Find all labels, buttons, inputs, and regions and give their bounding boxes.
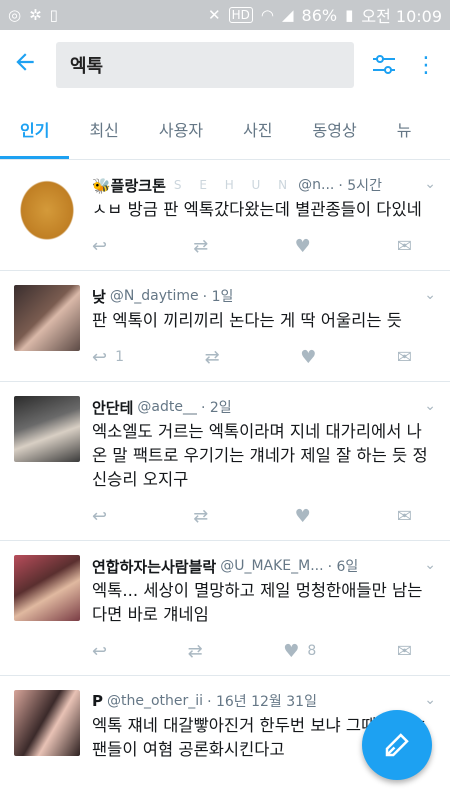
chevron-down-icon[interactable]: ⌄ — [424, 692, 436, 708]
tweet-handle: @adte__ — [137, 399, 197, 415]
compose-tweet-button[interactable] — [362, 710, 432, 780]
tweet-author-name[interactable]: 낮 — [92, 286, 106, 307]
settings-icon: ✲ — [29, 6, 42, 24]
retweet-icon[interactable]: ⇄ — [193, 506, 208, 527]
retweet-icon[interactable]: ⇄ — [205, 347, 220, 368]
tweet-time: · 1일 — [202, 289, 234, 305]
tweet-handle: @the_other_ii — [107, 693, 204, 709]
reply-count: 1 — [115, 349, 125, 365]
chevron-down-icon[interactable]: ⌄ — [424, 398, 436, 414]
compose-icon — [385, 733, 409, 757]
tab-latest[interactable]: 최신 — [69, 99, 138, 159]
sync-icon: ◎ — [8, 6, 22, 24]
search-input[interactable]: 엑톡 — [56, 42, 354, 88]
like-icon: ♥ — [283, 640, 300, 662]
avatar[interactable] — [14, 690, 80, 756]
like-button[interactable]: ♥ 8 — [283, 641, 316, 662]
tweet-time: · 2일 — [200, 400, 232, 416]
tweet-handle: @n... — [298, 177, 335, 193]
tweet-text: 판 엑톡이 끼리끼리 논다는 게 딱 어울리는 듯 — [92, 311, 402, 330]
tweet-author-name[interactable]: P — [92, 692, 103, 710]
mute-icon: ✕ — [208, 6, 221, 24]
tweet-text: 엑소엘도 거르는 엑톡이라며 지네 대가리에서 나온 말 팩트로 우기기는 걔네… — [92, 422, 428, 489]
message-icon[interactable]: ✉ — [397, 347, 412, 368]
tweet-author-name[interactable]: 🐝플랑크톤 — [92, 175, 166, 196]
status-bar: ◎ ✲ ▯ ✕ HD ◠ ◢ 86% ▮ 오전 10:09 — [0, 0, 450, 30]
tweet-text: ㅅㅂ 방금 판 엑톡갔다왔는데 별관종들이 다있네 — [92, 200, 422, 219]
hd-badge: HD — [228, 7, 253, 23]
tweet-time: · 5시간 — [338, 178, 382, 194]
avatar[interactable] — [14, 396, 80, 462]
avatar[interactable] — [14, 555, 80, 621]
reply-icon[interactable]: ↩ — [92, 641, 107, 662]
tab-users[interactable]: 사용자 — [139, 99, 223, 159]
message-icon[interactable]: ✉ — [397, 236, 412, 257]
reply-button[interactable]: ↩ 1 — [92, 347, 124, 368]
search-tabs: 인기 최신 사용자 사진 동영상 뉴 — [0, 100, 450, 160]
tweet-author-name[interactable]: 안단테 — [92, 397, 133, 418]
tweet-author-name[interactable]: 연합하자는사람블락 — [92, 556, 216, 577]
tweet-text: 엑톡... 세상이 멸망하고 제일 멍청한애들만 남는다면 바로 걔네임 — [92, 581, 423, 624]
tweet[interactable]: 연합하자는사람블락 @U_MAKE_M... · 6일 엑톡... 세상이 멸망… — [0, 541, 450, 676]
reply-icon[interactable]: ↩ — [92, 506, 107, 527]
battery-percent: 86% — [301, 5, 338, 25]
battery-icon: ▮ — [345, 6, 354, 24]
avatar[interactable] — [14, 174, 80, 240]
chevron-down-icon[interactable]: ⌄ — [424, 287, 436, 303]
tab-news[interactable]: 뉴 — [377, 99, 432, 159]
tweet[interactable]: 낮 @N_daytime · 1일 판 엑톡이 끼리끼리 논다는 게 딱 어울리… — [0, 271, 450, 382]
like-icon[interactable]: ♥ — [295, 506, 311, 527]
tab-photos[interactable]: 사진 — [223, 99, 292, 159]
tab-videos[interactable]: 동영상 — [293, 99, 377, 159]
tweet-time: · 6일 — [327, 559, 359, 575]
tweet-handle: @U_MAKE_M... — [220, 558, 324, 574]
back-arrow-icon[interactable] — [12, 49, 56, 82]
filter-icon[interactable] — [354, 53, 414, 77]
wifi-icon: ◠ — [260, 6, 274, 24]
more-options-icon[interactable]: ⋮ — [414, 53, 438, 78]
tab-popular[interactable]: 인기 — [0, 99, 70, 159]
tweet[interactable]: 🐝플랑크톤 S E H U N @n... · 5시간 ㅅㅂ 방금 판 엑톡갔다… — [0, 160, 450, 271]
retweet-icon[interactable]: ⇄ — [188, 641, 203, 662]
message-icon[interactable]: ✉ — [397, 641, 412, 662]
tweet-handle: @N_daytime — [109, 288, 199, 304]
tweet-time: · 16년 12월 31일 — [207, 694, 317, 710]
reply-icon[interactable]: ↩ — [92, 236, 107, 257]
message-icon[interactable]: ✉ — [397, 506, 412, 527]
like-icon[interactable]: ♥ — [300, 347, 316, 368]
chevron-down-icon[interactable]: ⌄ — [424, 176, 436, 192]
phone-icon: ▯ — [49, 6, 58, 24]
clock: 오전 10:09 — [361, 7, 442, 26]
like-icon[interactable]: ♥ — [295, 236, 311, 257]
tweet[interactable]: 안단테 @adte__ · 2일 엑소엘도 거르는 엑톡이라며 지네 대가리에서… — [0, 382, 450, 541]
signal-icon: ◢ — [281, 6, 294, 24]
avatar[interactable] — [14, 285, 80, 351]
tweet-author-name-extra: S E H U N — [173, 178, 295, 192]
chevron-down-icon[interactable]: ⌄ — [424, 557, 436, 573]
app-bar: 엑톡 ⋮ — [0, 30, 450, 100]
reply-icon: ↩ — [92, 346, 108, 368]
retweet-icon[interactable]: ⇄ — [193, 236, 208, 257]
like-count: 8 — [307, 643, 317, 659]
